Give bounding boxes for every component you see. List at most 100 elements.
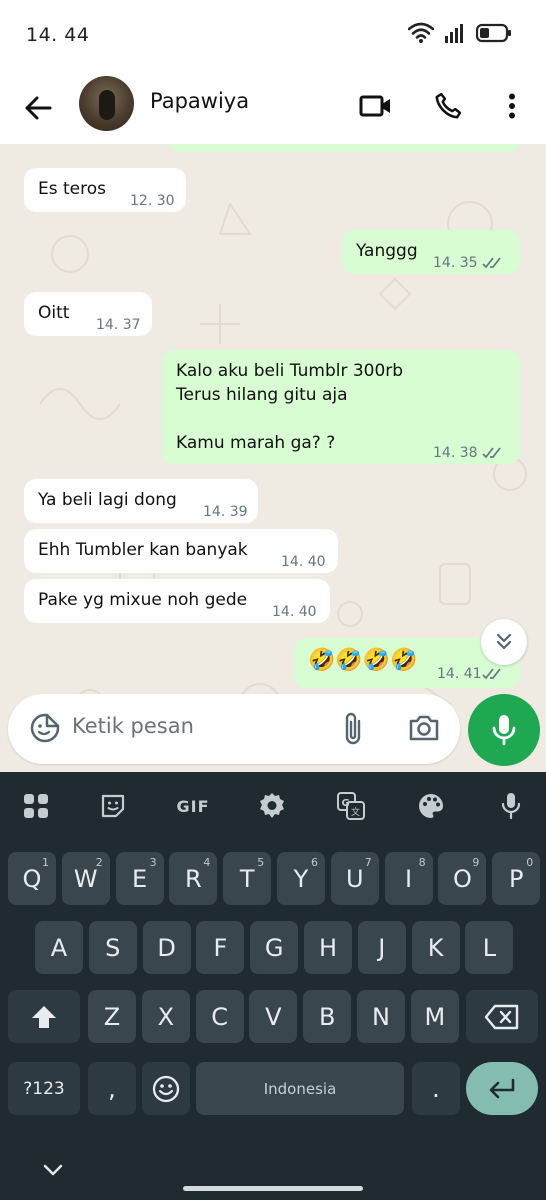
key-r[interactable]: R4: [169, 852, 218, 905]
message-text: Yanggg: [356, 241, 418, 261]
emoji-key[interactable]: [142, 1062, 190, 1115]
read-receipt-icon: [482, 253, 504, 277]
keyboard-toolbar: GIF G 文: [0, 772, 546, 838]
message-text: Es teros: [38, 179, 106, 199]
sticker-icon[interactable]: [97, 790, 129, 822]
enter-key[interactable]: [466, 1062, 538, 1115]
avatar[interactable]: [79, 76, 134, 131]
key-q-label: Q: [22, 864, 42, 893]
status-icons: [407, 22, 512, 48]
translate-icon[interactable]: G 文: [335, 790, 367, 822]
contact-name[interactable]: Papawiya: [150, 89, 249, 113]
key-p[interactable]: P0: [492, 852, 541, 905]
comma-key[interactable]: ,: [88, 1062, 136, 1115]
voice-call-icon[interactable]: [428, 86, 468, 126]
message-bubble-incoming[interactable]: Ya beli lagi dong 14. 39: [24, 479, 258, 523]
key-v-label: V: [265, 1002, 282, 1031]
key-z-label: Z: [103, 1002, 121, 1031]
emoji-icon: [152, 1075, 180, 1102]
backspace-key[interactable]: [466, 990, 538, 1043]
key-p-label: P: [508, 864, 524, 893]
message-emoji: 🤣🤣🤣🤣: [308, 648, 418, 673]
apps-grid-icon[interactable]: [20, 790, 52, 822]
message-bubble-incoming[interactable]: Pake yg mixue noh gede 14. 40: [24, 579, 330, 623]
sticker-icon[interactable]: [30, 713, 60, 747]
key-t[interactable]: T5: [223, 852, 272, 905]
video-call-icon[interactable]: [356, 86, 396, 126]
key-q[interactable]: Q1: [8, 852, 56, 905]
key-h-label: H: [318, 933, 338, 962]
attach-icon[interactable]: [340, 711, 366, 751]
key-a-label: A: [50, 933, 68, 962]
voice-input-icon[interactable]: [495, 790, 527, 822]
key-i[interactable]: I8: [384, 852, 433, 905]
key-s[interactable]: S: [88, 921, 137, 974]
key-e[interactable]: E3: [115, 852, 164, 905]
message-bubble-outgoing[interactable]: Yanggg 14. 35: [342, 230, 520, 274]
key-y-hint: 6: [311, 856, 318, 869]
key-z[interactable]: Z: [88, 990, 136, 1043]
gif-button[interactable]: GIF: [177, 790, 209, 822]
shift-key[interactable]: [8, 990, 80, 1043]
key-k-label: K: [427, 933, 444, 962]
message-time: 12. 30: [130, 193, 175, 209]
key-n-label: N: [372, 1002, 390, 1031]
key-b[interactable]: B: [303, 990, 352, 1043]
key-i-hint: 8: [418, 856, 426, 869]
key-m[interactable]: M: [410, 990, 459, 1043]
camera-icon[interactable]: [408, 713, 440, 747]
key-k[interactable]: K: [411, 921, 460, 974]
more-options-icon[interactable]: [492, 86, 532, 126]
key-g[interactable]: G: [250, 921, 299, 974]
symbols-key[interactable]: ?123: [8, 1062, 80, 1115]
message-bubble-outgoing[interactable]: Kalo aku beli Tumblr 300rb Terus hilang …: [162, 350, 520, 464]
key-h[interactable]: H: [304, 921, 352, 974]
previous-message-bubble: [168, 144, 520, 152]
message-input-bar[interactable]: Ketik pesan: [8, 694, 460, 764]
chat-area[interactable]: Es teros 12. 30 Yanggg 14. 35 Oitt 14. 3…: [0, 144, 546, 772]
enter-icon: [489, 1078, 515, 1098]
key-e-label: E: [132, 864, 148, 893]
key-l[interactable]: L: [465, 921, 514, 974]
key-w[interactable]: W2: [61, 852, 110, 905]
signal-icon: [444, 22, 466, 48]
message-bubble-incoming[interactable]: Ehh Tumbler kan banyak 14. 40: [24, 529, 338, 573]
key-c[interactable]: C: [195, 990, 244, 1043]
key-y[interactable]: Y6: [277, 852, 325, 905]
message-text: Oitt: [38, 303, 70, 323]
key-d[interactable]: D: [142, 921, 191, 974]
key-u-label: U: [346, 864, 364, 893]
key-y-label: Y: [293, 864, 309, 893]
battery-icon: [475, 23, 512, 47]
svg-text:文: 文: [351, 806, 360, 818]
period-key[interactable]: .: [412, 1062, 460, 1115]
key-f[interactable]: F: [196, 921, 245, 974]
theme-palette-icon[interactable]: [415, 790, 447, 822]
status-time: 14. 44: [26, 24, 90, 46]
symbols-key-label: ?123: [23, 1078, 65, 1099]
key-v[interactable]: V: [249, 990, 298, 1043]
backspace-icon: [484, 1004, 519, 1029]
key-j[interactable]: J: [357, 921, 406, 974]
message-bubble-incoming[interactable]: Es teros 12. 30: [24, 168, 186, 212]
message-input-placeholder[interactable]: Ketik pesan: [72, 714, 194, 738]
home-gesture-pill[interactable]: [183, 1186, 363, 1191]
key-a[interactable]: A: [35, 921, 83, 974]
message-time: 14. 41: [437, 666, 482, 682]
settings-gear-icon[interactable]: [256, 790, 288, 822]
back-arrow-icon[interactable]: [18, 88, 58, 128]
status-bar: 14. 44: [0, 0, 546, 72]
hide-keyboard-chevron-icon[interactable]: [42, 1162, 64, 1181]
space-key[interactable]: Indonesia: [196, 1062, 404, 1115]
message-time: 14. 40: [272, 604, 317, 620]
key-o[interactable]: O9: [438, 852, 487, 905]
key-n[interactable]: N: [357, 990, 405, 1043]
scroll-down-button[interactable]: [481, 619, 527, 665]
message-time: 14. 39: [203, 504, 248, 520]
key-x[interactable]: X: [141, 990, 190, 1043]
message-bubble-incoming[interactable]: Oitt 14. 37: [24, 292, 152, 336]
key-u[interactable]: U7: [330, 852, 379, 905]
key-p-hint: 0: [526, 856, 534, 869]
svg-text:G: G: [342, 798, 350, 809]
voice-message-button[interactable]: [468, 694, 540, 766]
